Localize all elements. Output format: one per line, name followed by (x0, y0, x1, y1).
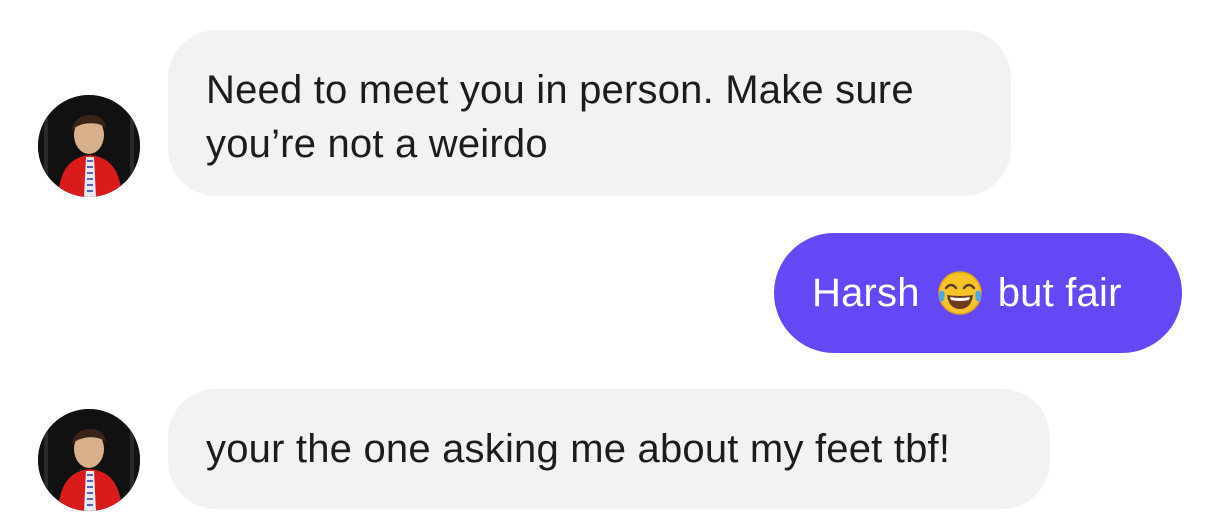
message-text: Need to meet you in person. Make sure yo… (206, 68, 914, 166)
message-row-incoming-2: your the one asking me about my feet tbf… (0, 380, 1206, 528)
person-photo-icon (38, 95, 140, 197)
tears-of-joy-emoji-icon (936, 269, 984, 317)
message-text: your the one asking me about my feet tbf… (206, 427, 951, 471)
message-row-outgoing: Harsh but fair (0, 225, 1206, 365)
incoming-message-bubble[interactable]: your the one asking me about my feet tbf… (168, 389, 1050, 509)
incoming-message-bubble[interactable]: Need to meet you in person. Make sure yo… (168, 30, 1011, 196)
sender-avatar[interactable] (38, 95, 140, 197)
message-text-after: but fair (997, 271, 1122, 315)
message-text-before: Harsh (812, 271, 920, 315)
message-row-incoming-1: Need to meet you in person. Make sure yo… (0, 0, 1206, 210)
person-photo-icon (38, 409, 140, 511)
sender-avatar[interactable] (38, 409, 140, 511)
outgoing-message-bubble[interactable]: Harsh but fair (774, 233, 1182, 353)
